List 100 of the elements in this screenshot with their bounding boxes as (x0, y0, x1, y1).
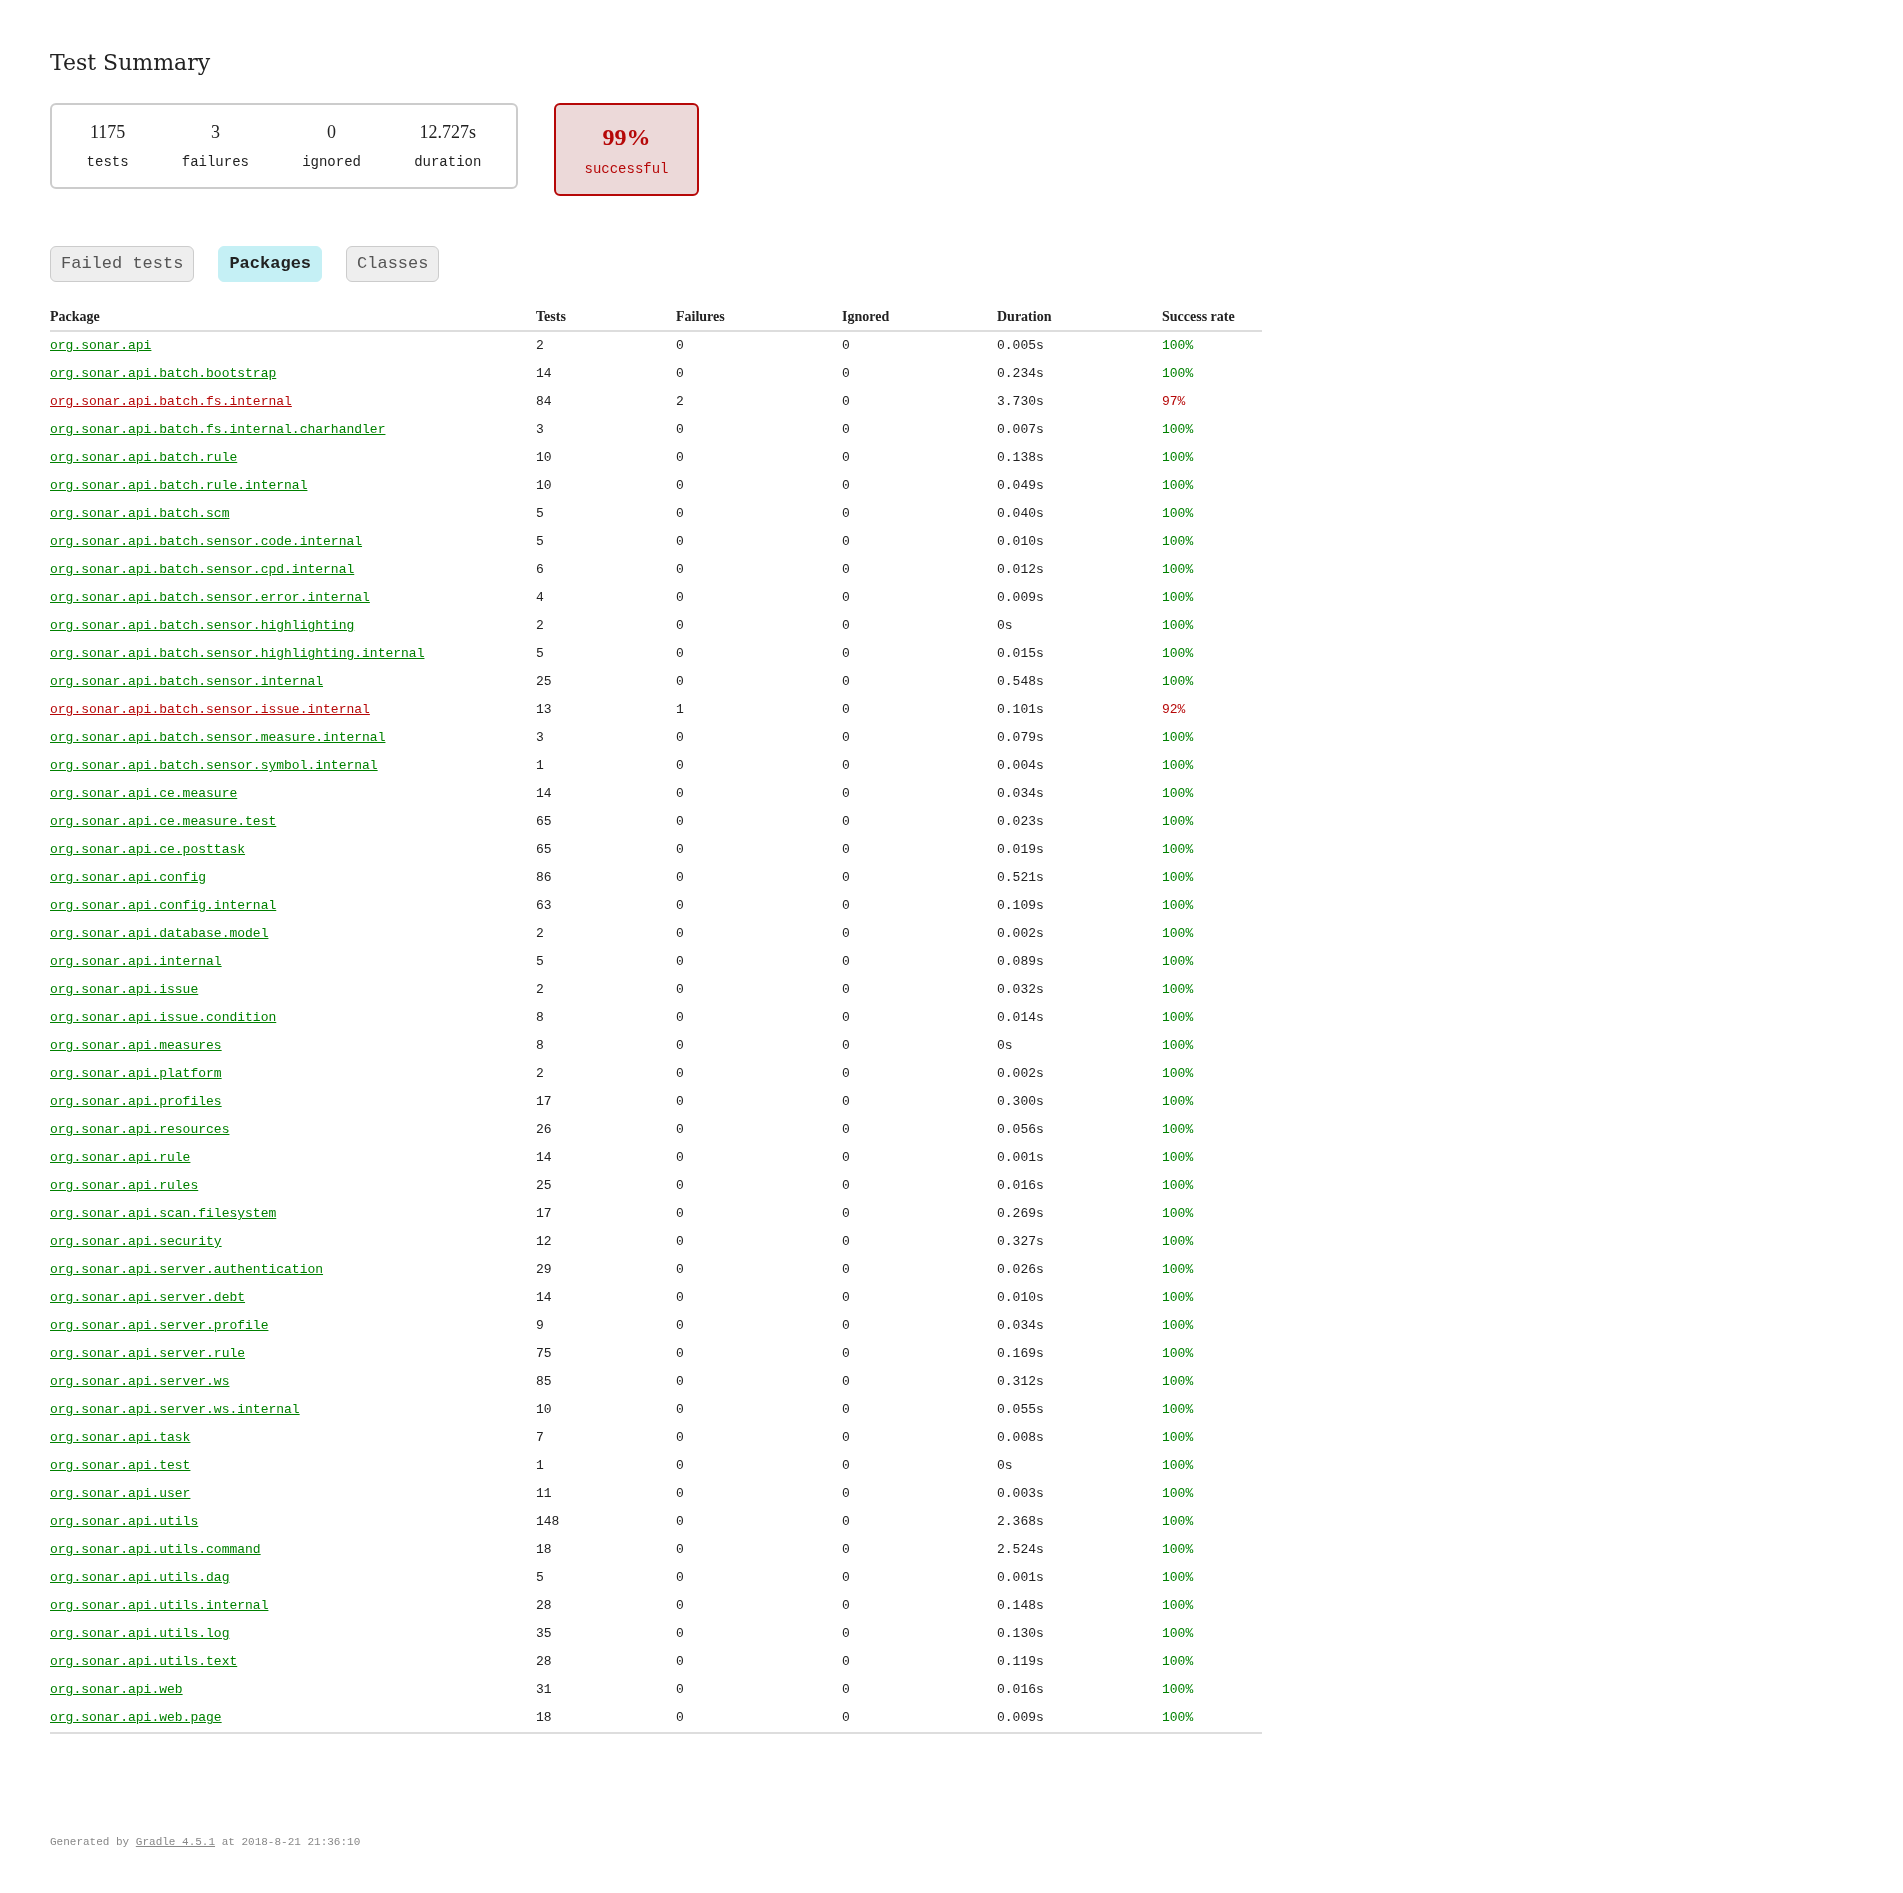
table-cell: 0.119s (997, 1654, 1044, 1670)
table-cell: 0 (676, 1066, 684, 1082)
table-cell: 0.040s (997, 506, 1044, 522)
counter-label: failures (181, 153, 249, 172)
table-cell: 0 (676, 814, 684, 830)
success-rate: 100% (1162, 1290, 1194, 1306)
package-link[interactable]: org.sonar.api.server.profile (50, 1318, 269, 1334)
package-link[interactable]: org.sonar.api.batch.sensor.symbol.internal (50, 758, 378, 774)
package-link[interactable]: org.sonar.api.database.model (50, 926, 269, 942)
package-link[interactable]: org.sonar.api.batch.sensor.measure.internal (50, 730, 386, 746)
table-cell: 0 (842, 870, 850, 886)
package-link[interactable]: org.sonar.api.utils (50, 1514, 199, 1530)
package-link[interactable]: org.sonar.api.test (50, 1458, 191, 1474)
package-link[interactable]: org.sonar.api.server.ws.internal (50, 1402, 300, 1418)
package-link[interactable]: org.sonar.api.batch.sensor.error.internal (50, 590, 370, 606)
package-link[interactable]: org.sonar.api.batch.sensor.issue.internal (50, 702, 370, 718)
table-cell: 0 (676, 1206, 684, 1222)
table-cell: 0 (842, 450, 850, 466)
column-header: Package (50, 309, 100, 324)
package-link[interactable]: org.sonar.api.batch.rule.internal (50, 478, 308, 494)
package-link[interactable]: org.sonar.api.issue (50, 982, 199, 998)
package-link[interactable]: org.sonar.api.batch.sensor.internal (50, 674, 324, 690)
counter-label: duration (414, 153, 482, 172)
table-cell: 0 (842, 1010, 850, 1026)
package-link[interactable]: org.sonar.api.config.internal (50, 898, 277, 914)
success-rate: 100% (1162, 814, 1194, 830)
table-cell: 0 (842, 814, 850, 830)
table-cell: 0 (676, 1150, 684, 1166)
package-link[interactable]: org.sonar.api.server.authentication (50, 1262, 324, 1278)
package-link[interactable]: org.sonar.api.batch.bootstrap (50, 366, 277, 382)
table-cell: 0 (676, 1178, 684, 1194)
table-cell: 0 (676, 898, 684, 914)
success-rate: 100% (1162, 1514, 1194, 1530)
table-cell: 0.010s (997, 1290, 1044, 1306)
package-link[interactable]: org.sonar.api.server.rule (50, 1346, 246, 1362)
package-link[interactable]: org.sonar.api.utils.command (50, 1542, 261, 1558)
package-link[interactable]: org.sonar.api.batch.fs.internal.charhandler (50, 422, 386, 438)
package-link[interactable]: org.sonar.api.config (50, 870, 207, 886)
success-rate: 100% (1162, 1178, 1194, 1194)
success-rate: 100% (1162, 1010, 1194, 1026)
package-link[interactable]: org.sonar.api.batch.sensor.highlighting.internal (50, 646, 425, 662)
table-cell: 0 (842, 394, 850, 410)
success-rate: 100% (1162, 422, 1194, 438)
package-link[interactable]: org.sonar.api.issue.condition (50, 1010, 277, 1026)
package-link[interactable]: org.sonar.api.utils.internal (50, 1598, 269, 1614)
success-rate: 100% (1162, 646, 1194, 662)
table-cell: 0s (997, 1458, 1013, 1474)
table-cell: 0.032s (997, 982, 1044, 998)
package-link[interactable]: org.sonar.api.platform (50, 1066, 222, 1082)
tab[interactable]: Packages (218, 246, 323, 282)
table-cell: 65 (536, 814, 552, 830)
table-cell: 0 (676, 1682, 684, 1698)
table-cell: 0.002s (997, 926, 1044, 942)
package-link[interactable]: org.sonar.api.batch.sensor.cpd.internal (50, 562, 355, 578)
tab[interactable]: Failed tests (50, 246, 195, 282)
package-link[interactable]: org.sonar.api.measures (50, 1038, 222, 1054)
package-link[interactable]: org.sonar.api.task (50, 1430, 191, 1446)
package-link[interactable]: org.sonar.api.web (50, 1682, 183, 1698)
package-link[interactable]: org.sonar.api.utils.dag (50, 1570, 230, 1586)
counter-label: tests (86, 153, 129, 172)
package-link[interactable]: org.sonar.api.ce.measure (50, 786, 238, 802)
table-cell: 0.001s (997, 1570, 1044, 1586)
success-rate: 100% (1162, 1150, 1194, 1166)
page-title: Test Summary (50, 49, 212, 77)
package-link[interactable]: org.sonar.api (50, 338, 152, 354)
counter-value: 1175 (89, 121, 126, 144)
package-link[interactable]: org.sonar.api.utils.text (50, 1654, 238, 1670)
package-link[interactable]: org.sonar.api.ce.measure.test (50, 814, 277, 830)
package-link[interactable]: org.sonar.api.server.ws (50, 1374, 230, 1390)
package-link[interactable]: org.sonar.api.rules (50, 1178, 199, 1194)
package-link[interactable]: org.sonar.api.resources (50, 1122, 230, 1138)
package-link[interactable]: org.sonar.api.rule (50, 1150, 191, 1166)
package-link[interactable]: org.sonar.api.batch.fs.internal (50, 394, 292, 410)
package-link[interactable]: org.sonar.api.utils.log (50, 1626, 230, 1642)
table-cell: 0 (676, 1290, 684, 1306)
package-link[interactable]: org.sonar.api.batch.sensor.highlighting (50, 618, 355, 634)
table-cell: 0s (997, 618, 1013, 634)
package-link[interactable]: org.sonar.api.batch.rule (50, 450, 238, 466)
table-cell: 0 (842, 1066, 850, 1082)
package-link[interactable]: org.sonar.api.web.page (50, 1710, 222, 1726)
table-cell: 0 (676, 674, 684, 690)
package-link[interactable]: org.sonar.api.profiles (50, 1094, 222, 1110)
package-link[interactable]: org.sonar.api.ce.posttask (50, 842, 246, 858)
table-cell: 63 (536, 898, 552, 914)
success-rate: 100% (1162, 674, 1194, 690)
package-link[interactable]: org.sonar.api.user (50, 1486, 191, 1502)
column-header: Duration (997, 309, 1052, 324)
table-cell: 28 (536, 1598, 552, 1614)
package-link[interactable]: org.sonar.api.server.debt (50, 1290, 246, 1306)
package-link[interactable]: org.sonar.api.security (50, 1234, 222, 1250)
table-cell: 0 (676, 1430, 684, 1446)
table-cell: 0 (676, 646, 684, 662)
tab[interactable]: Classes (346, 246, 440, 282)
package-link[interactable]: org.sonar.api.batch.sensor.code.internal (50, 534, 363, 550)
package-link[interactable]: org.sonar.api.scan.filesystem (50, 1206, 277, 1222)
package-link[interactable]: org.sonar.api.batch.scm (50, 506, 230, 522)
package-link[interactable]: org.sonar.api.internal (50, 954, 222, 970)
table-cell: 0.049s (997, 478, 1044, 494)
gradle-link[interactable]: Gradle 4.5.1 (135, 1836, 216, 1848)
success-rate: 100% (1162, 1710, 1194, 1726)
